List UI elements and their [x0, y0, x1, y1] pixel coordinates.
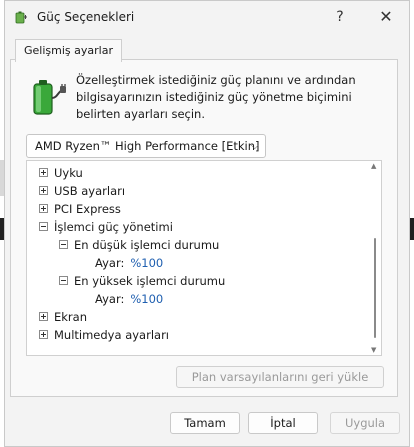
tree-item-max-processor-state[interactable]: En yüksek işlemci durumu	[59, 272, 225, 290]
tree-item-sleep[interactable]: Uyku	[39, 164, 83, 182]
collapse-icon[interactable]	[59, 240, 68, 249]
scroll-down-icon[interactable]: ▼	[371, 346, 376, 354]
scrollbar-thumb[interactable]	[374, 238, 376, 338]
window-title: Güç Seçenekleri	[37, 10, 135, 24]
expand-icon[interactable]	[39, 330, 48, 339]
tree-item-label: PCI Express	[54, 202, 121, 216]
background-band	[410, 218, 414, 240]
battery-plug-icon	[33, 80, 66, 115]
cancel-button[interactable]: İptal	[248, 412, 318, 434]
settings-tree[interactable]: Uyku USB ayarları PCI Express İşlemci gü…	[26, 160, 382, 356]
expand-icon[interactable]	[39, 312, 48, 321]
chevron-down-icon: ⌵	[250, 139, 259, 152]
expand-icon[interactable]	[39, 186, 48, 195]
apply-button[interactable]: Uygula	[330, 412, 400, 434]
scroll-up-icon[interactable]: ▲	[371, 162, 376, 170]
collapse-icon[interactable]	[39, 222, 48, 231]
tree-item-multimedia[interactable]: Multimedya ayarları	[39, 326, 169, 344]
title-bar[interactable]: Güç Seçenekleri ? ✕	[5, 1, 409, 33]
tree-item-label: USB ayarları	[54, 184, 126, 198]
tree-item-pci-express[interactable]: PCI Express	[39, 200, 121, 218]
description-text: Özelleştirmek istediğiniz güç planını ve…	[76, 73, 356, 121]
tree-item-min-processor-state[interactable]: En düşük işlemci durumu	[59, 236, 219, 254]
tree-item-setting[interactable]: Ayar: %100	[95, 290, 163, 308]
power-options-icon	[15, 11, 27, 24]
tab-advanced-settings[interactable]: Gelişmiş ayarlar	[15, 39, 122, 62]
tree-item-label: İşlemci güç yönetimi	[54, 220, 173, 234]
tree-item-label: Uyku	[54, 166, 83, 180]
restore-plan-defaults-button[interactable]: Plan varsayılanlarını geri yükle	[176, 366, 384, 388]
power-plan-selected: AMD Ryzen™ High Performance [Etkin]	[35, 139, 260, 153]
expand-icon[interactable]	[39, 168, 48, 177]
tree-item-label: En yüksek işlemci durumu	[74, 274, 226, 288]
tree-item-label: Ekran	[54, 310, 87, 324]
ok-button[interactable]: Tamam	[170, 412, 240, 434]
tree-item-usb[interactable]: USB ayarları	[39, 182, 125, 200]
setting-label: Ayar:	[95, 256, 125, 270]
tree-item-label: Multimedya ayarları	[54, 328, 169, 342]
setting-label: Ayar:	[95, 292, 125, 306]
vertical-scrollbar[interactable]: ▲ ▼	[369, 162, 381, 354]
power-plan-select[interactable]: AMD Ryzen™ High Performance [Etkin] ⌵	[26, 134, 266, 158]
close-button[interactable]: ✕	[373, 4, 399, 30]
help-button[interactable]: ?	[327, 4, 353, 30]
tree-item-setting[interactable]: Ayar: %100	[95, 254, 163, 272]
tree-item-processor-power[interactable]: İşlemci güç yönetimi	[39, 218, 173, 236]
expand-icon[interactable]	[39, 204, 48, 213]
tree-item-label: En düşük işlemci durumu	[74, 238, 220, 252]
setting-value[interactable]: %100	[130, 256, 163, 270]
setting-value[interactable]: %100	[130, 292, 163, 306]
collapse-icon[interactable]	[59, 276, 68, 285]
tree-item-display[interactable]: Ekran	[39, 308, 87, 326]
